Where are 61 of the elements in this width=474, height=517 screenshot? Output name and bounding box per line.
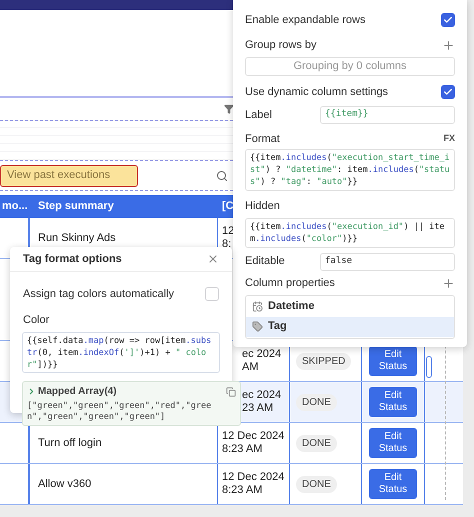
time-cell: AM bbox=[242, 361, 258, 374]
filter-icon[interactable] bbox=[224, 104, 234, 114]
label-field[interactable]: {{item}} bbox=[320, 106, 455, 124]
date-cell: ec 2024 bbox=[242, 389, 282, 402]
edit-status-button[interactable]: Edit Status bbox=[369, 387, 417, 417]
view-past-executions-button[interactable]: View past executions bbox=[0, 164, 138, 186]
copy-icon[interactable] bbox=[226, 386, 236, 396]
column-header[interactable]: Step summary bbox=[30, 198, 218, 215]
status-tag: DONE bbox=[296, 434, 337, 452]
format-code-field[interactable]: {{item.includes("execution_start_time_ist") ? "datetime": item.includes("status") ? "tag": "auto"}} bbox=[245, 149, 455, 191]
popup-title: Tag format options bbox=[23, 252, 122, 267]
edit-status-button[interactable]: Edit Status bbox=[369, 469, 417, 499]
checkbox[interactable] bbox=[441, 85, 455, 99]
setting-label: Use dynamic column settings bbox=[245, 84, 388, 100]
check-icon bbox=[443, 87, 453, 97]
close-icon[interactable] bbox=[207, 253, 219, 265]
edit-status-button[interactable]: Edit Status bbox=[369, 428, 417, 458]
setting-label: Color bbox=[22, 312, 50, 328]
preview-value: ["green","green","green","red","green","green","green","green"] bbox=[27, 401, 212, 423]
scrollbar-thumb[interactable] bbox=[426, 356, 432, 378]
checkbox[interactable] bbox=[205, 287, 219, 302]
setting-label: Column properties bbox=[245, 276, 335, 292]
editable-field[interactable]: false bbox=[320, 252, 455, 270]
calendar-icon bbox=[252, 301, 263, 312]
setting-label: Hidden bbox=[245, 199, 281, 214]
preview-title: Mapped Array(4) bbox=[38, 385, 117, 399]
time-cell: 8:23 AM bbox=[222, 443, 262, 456]
setting-label: Assign tag colors automatically bbox=[23, 287, 174, 302]
table-cell-text: Turn off login bbox=[38, 436, 102, 451]
edit-status-button[interactable]: Edit Status bbox=[369, 346, 417, 376]
status-tag: DONE bbox=[296, 476, 337, 492]
check-icon bbox=[443, 15, 453, 25]
color-code-field[interactable]: {{self.data.map(row => row[item.substr(0, item.indexOf(']')+1) + " color"])}} bbox=[22, 332, 220, 373]
date-cell: 12 Dec 2024 bbox=[222, 471, 284, 484]
add-icon[interactable] bbox=[442, 277, 455, 290]
column-property-item[interactable]: Datetime bbox=[246, 296, 454, 316]
time-cell: 23 AM bbox=[242, 402, 274, 415]
setting-label: Group rows by bbox=[245, 38, 317, 53]
status-tag: SKIPPED bbox=[296, 352, 352, 370]
time-cell: 8: bbox=[222, 238, 232, 251]
chevron-icon[interactable] bbox=[27, 387, 36, 396]
table-cell-text: Run Skinny Ads bbox=[38, 230, 116, 246]
checkbox[interactable] bbox=[441, 13, 455, 27]
table-cell-text: Allow v360 bbox=[38, 476, 92, 492]
date-cell: 12 Dec 2024 bbox=[222, 430, 284, 443]
status-tag: DONE bbox=[296, 394, 337, 410]
column-property-item[interactable]: Tag bbox=[246, 316, 454, 336]
search-icon[interactable] bbox=[216, 170, 228, 182]
add-icon[interactable] bbox=[442, 38, 455, 52]
hidden-code-field[interactable]: {{item.includes("execution_id") || item.includes("color")}} bbox=[245, 218, 455, 248]
column-header[interactable]: [C bbox=[218, 198, 234, 215]
setting-label: Enable expandable rows bbox=[245, 12, 366, 28]
grouping-field[interactable]: Grouping by 0 columns bbox=[245, 57, 455, 76]
date-cell: ec 2024 bbox=[242, 348, 282, 361]
setting-label: Label bbox=[245, 108, 273, 123]
setting-label: Editable bbox=[245, 254, 286, 270]
fx-toggle[interactable]: FX bbox=[443, 132, 455, 146]
time-cell: 8:23 AM bbox=[222, 484, 262, 497]
setting-label: Format bbox=[245, 132, 280, 147]
tag-icon bbox=[252, 321, 263, 332]
column-header[interactable]: mo... bbox=[0, 198, 30, 215]
